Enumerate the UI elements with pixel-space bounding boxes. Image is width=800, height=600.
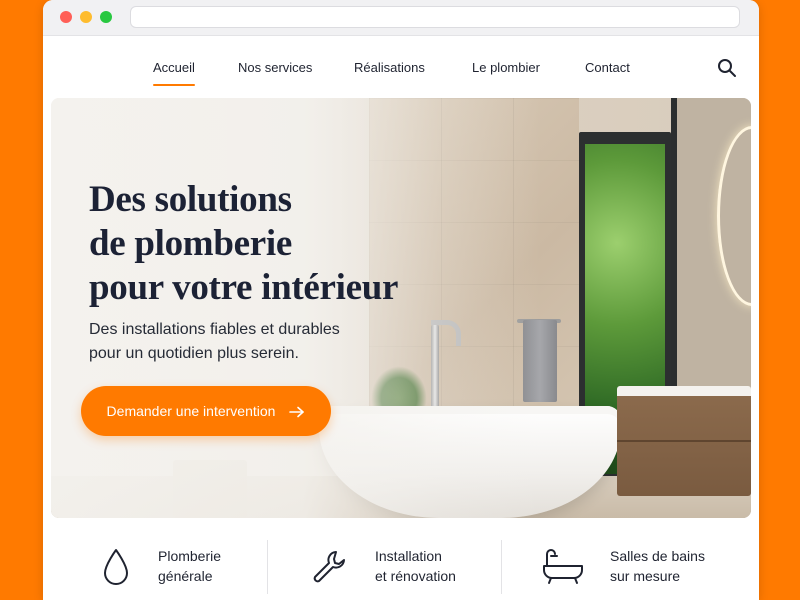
bathtub-icon (541, 548, 585, 586)
request-intervention-button[interactable]: Demander une intervention (81, 386, 331, 436)
arrow-right-icon (289, 405, 305, 418)
browser-chrome (43, 0, 759, 36)
service-label-line: et rénovation (375, 568, 456, 584)
close-window-button[interactable] (60, 11, 72, 23)
hero-subtitle-line: pour un quotidien plus serein. (89, 345, 299, 362)
services-strip: Plomberie générale Installation et rénov… (51, 518, 751, 600)
nav-item-le-plombier[interactable]: Le plombier (472, 60, 540, 75)
wrench-icon (310, 548, 345, 586)
address-bar[interactable] (130, 6, 740, 28)
maximize-window-button[interactable] (100, 11, 112, 23)
service-label: Salles de bains sur mesure (610, 546, 705, 586)
service-card-installation[interactable]: Installation et rénovation (276, 518, 501, 600)
hero-title-line: pour votre intérieur (89, 267, 399, 308)
main-navigation: Accueil Nos services Réalisations Le plo… (43, 36, 759, 98)
service-label-line: sur mesure (610, 568, 681, 584)
service-card-plumbing[interactable]: Plomberie générale (51, 518, 276, 600)
minimize-window-button[interactable] (80, 11, 92, 23)
service-label-line: générale (158, 568, 213, 584)
cta-label: Demander une intervention (106, 403, 276, 419)
nav-item-realisations[interactable]: Réalisations (354, 60, 425, 75)
nav-item-nos-services[interactable]: Nos services (238, 60, 312, 75)
service-label: Plomberie générale (158, 546, 221, 586)
hero-title-line: de plomberie (89, 223, 292, 264)
nav-item-contact[interactable]: Contact (585, 60, 630, 75)
hero-title-line: Des solutions (89, 179, 292, 220)
divider (501, 540, 502, 594)
water-drop-icon (101, 548, 135, 586)
service-label-line: Plomberie (158, 548, 222, 564)
hero-banner: Des solutions de plomberie pour votre in… (51, 98, 751, 518)
service-label: Installation et rénovation (375, 546, 456, 586)
search-icon[interactable] (717, 58, 737, 78)
service-card-bathrooms[interactable]: Salles de bains sur mesure (509, 518, 751, 600)
hero-subtitle: Des installations fiables et durables po… (89, 318, 419, 366)
nav-item-accueil[interactable]: Accueil (153, 60, 195, 86)
service-label-line: Installation (375, 548, 442, 564)
hero-title: Des solutions de plomberie pour votre in… (89, 178, 449, 310)
divider (267, 540, 268, 594)
hero-subtitle-line: Des installations fiables et durables (89, 321, 340, 338)
service-label-line: Salles de bains (610, 548, 705, 564)
browser-window: Accueil Nos services Réalisations Le plo… (43, 0, 759, 600)
